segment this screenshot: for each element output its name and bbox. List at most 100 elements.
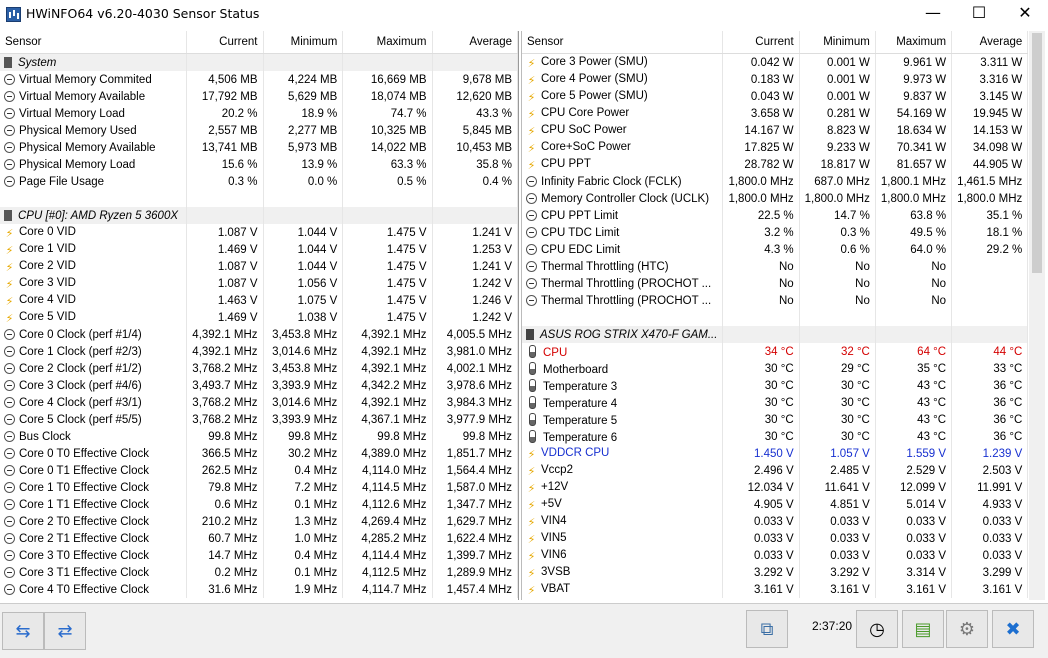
average-value: 29.2 % xyxy=(951,241,1028,258)
sensor-row[interactable]: ⚡ Vccp2 2.496 V 2.485 V 2.529 V 2.503 V xyxy=(522,462,1028,479)
sensor-row[interactable]: ⚡ +12V 12.034 V 11.641 V 12.099 V 11.991 V xyxy=(522,479,1028,496)
collapse-columns-button[interactable]: ⇄ xyxy=(44,612,86,650)
minimum-value: 4.851 V xyxy=(799,496,876,513)
sensor-row[interactable]: Bus Clock 99.8 MHz 99.8 MHz 99.8 MHz 99.8 MH… xyxy=(0,428,518,445)
sensor-row[interactable]: ⚡ Core 4 VID 1.463 V 1.075 V 1.475 V 1.246 V xyxy=(0,292,518,309)
close-button[interactable]: ✕ xyxy=(1002,0,1048,27)
col-maximum[interactable]: Maximum xyxy=(875,31,953,54)
sensor-row[interactable]: Core 2 Clock (perf #1/2) 3,768.2 MHz 3,453… xyxy=(0,360,518,377)
sensor-row[interactable]: Virtual Memory Available 17,792 MB 5,629 M… xyxy=(0,88,518,105)
sensor-row[interactable]: Core 3 T1 Effective Clock 0.2 MHz 0.1 MHz 4… xyxy=(0,564,518,581)
reset-clock-button[interactable]: ◷ xyxy=(856,610,898,648)
sensor-row[interactable]: ⚡ VIN6 0.033 V 0.033 V 0.033 V 0.033 V xyxy=(522,547,1028,564)
maximum-value: 3.314 V xyxy=(875,564,953,581)
sensor-row[interactable]: Core 3 T0 Effective Clock 14.7 MHz 0.4 MHz… xyxy=(0,547,518,564)
sensor-row[interactable]: ⚡ Core 1 VID 1.469 V 1.044 V 1.475 V 1.253 V xyxy=(0,241,518,258)
sensor-name: CPU TDC Limit xyxy=(541,226,620,239)
sensor-row[interactable]: Core 1 T1 Effective Clock 0.6 MHz 0.1 MHz 4… xyxy=(0,496,518,513)
sensor-row[interactable]: Thermal Throttling (HTC) No No No xyxy=(522,258,1028,275)
sensor-row[interactable]: ⚡ CPU SoC Power 14.167 W 8.823 W 18.634 W 14.… xyxy=(522,122,1028,139)
col-minimum[interactable]: Minimum xyxy=(263,31,344,54)
sensor-row[interactable]: ⚡ VDDCR CPU 1.450 V 1.057 V 1.559 V 1.239 V xyxy=(522,445,1028,462)
sensor-row[interactable]: ⚡ Core 5 VID 1.469 V 1.038 V 1.475 V 1.242 V xyxy=(0,309,518,326)
sensor-row[interactable]: ⚡ Core 5 Power (SMU) 0.043 W 0.001 W 9.837 W… xyxy=(522,88,1028,105)
sensor-row[interactable]: CPU PPT Limit 22.5 % 14.7 % 63.8 % 35.1 % xyxy=(522,207,1028,224)
col-current[interactable]: Current xyxy=(722,31,800,54)
sensor-name-cell: CPU TDC Limit xyxy=(522,224,724,241)
sensor-row[interactable]: Core 4 T0 Effective Clock 31.6 MHz 1.9 MHz… xyxy=(0,581,518,598)
sensor-row[interactable]: Core 0 T1 Effective Clock 262.5 MHz 0.4 MH… xyxy=(0,462,518,479)
sensor-row[interactable]: Temperature 4 30 °C 30 °C 43 °C 36 °C xyxy=(522,394,1028,411)
sensor-row[interactable]: ⚡ CPU Core Power 3.658 W 0.281 W 54.169 W 19.… xyxy=(522,105,1028,122)
col-sensor[interactable]: Sensor xyxy=(0,31,188,54)
sensor-row[interactable]: Core 2 T0 Effective Clock 210.2 MHz 1.3 MH… xyxy=(0,513,518,530)
sensor-row[interactable]: Page File Usage 0.3 % 0.0 % 0.5 % 0.4 % xyxy=(0,173,518,190)
sensor-row[interactable]: Virtual Memory Commited 4,506 MB 4,224 MB 1… xyxy=(0,71,518,88)
logging-button[interactable]: ▤ xyxy=(902,610,944,648)
minimum-value: 3,453.8 MHz xyxy=(263,326,344,343)
vertical-scrollbar[interactable] xyxy=(1029,31,1045,600)
maximize-button[interactable]: ☐ xyxy=(956,0,1002,27)
settings-button[interactable]: ⚙ xyxy=(946,610,988,648)
average-value: 1,289.9 MHz xyxy=(432,564,518,581)
sensor-row[interactable]: ⚡ +5V 4.905 V 4.851 V 5.014 V 4.933 V xyxy=(522,496,1028,513)
sensor-row[interactable]: Core 5 Clock (perf #5/5) 3,768.2 MHz 3,393… xyxy=(0,411,518,428)
sensor-row[interactable]: ⚡ Core 0 VID 1.087 V 1.044 V 1.475 V 1.241 V xyxy=(0,224,518,241)
spacer-row xyxy=(0,190,518,207)
sensor-row[interactable]: ⚡ VBAT 3.161 V 3.161 V 3.161 V 3.161 V xyxy=(522,581,1028,598)
sensor-row[interactable]: CPU TDC Limit 3.2 % 0.3 % 49.5 % 18.1 % xyxy=(522,224,1028,241)
sensor-row[interactable]: ⚡ 3VSB 3.292 V 3.292 V 3.314 V 3.299 V xyxy=(522,564,1028,581)
sensor-row[interactable]: Temperature 6 30 °C 30 °C 43 °C 36 °C xyxy=(522,428,1028,445)
sensor-row[interactable]: ⚡ VIN5 0.033 V 0.033 V 0.033 V 0.033 V xyxy=(522,530,1028,547)
sensor-row[interactable]: ⚡ Core 2 VID 1.087 V 1.044 V 1.475 V 1.241 V xyxy=(0,258,518,275)
col-average[interactable]: Average xyxy=(432,31,518,54)
sensor-row[interactable]: Core 0 Clock (perf #1/4) 4,392.1 MHz 3,453… xyxy=(0,326,518,343)
sensor-group-row[interactable]: CPU [#0]: AMD Ryzen 5 3600X xyxy=(0,207,518,224)
sensor-row[interactable]: Motherboard 30 °C 29 °C 35 °C 33 °C xyxy=(522,360,1028,377)
sensor-row[interactable]: ⚡ Core 3 Power (SMU) 0.042 W 0.001 W 9.961 W… xyxy=(522,53,1028,71)
col-current[interactable]: Current xyxy=(186,31,264,54)
sensor-row[interactable]: CPU 34 °C 32 °C 64 °C 44 °C xyxy=(522,343,1028,360)
sensor-row[interactable]: Core 1 Clock (perf #2/3) 4,392.1 MHz 3,014… xyxy=(0,343,518,360)
expand-columns-button[interactable]: ⇆ xyxy=(2,612,44,650)
scrollbar-thumb[interactable] xyxy=(1032,33,1042,273)
sensor-pane-right[interactable]: Sensor Current Minimum Maximum Average ⚡… xyxy=(521,31,1028,600)
sensor-row[interactable]: Thermal Throttling (PROCHOT ... No No No xyxy=(522,292,1028,309)
col-sensor[interactable]: Sensor xyxy=(522,31,724,54)
minimize-button[interactable]: — xyxy=(910,0,956,27)
sensor-group-row[interactable]: ASUS ROG STRIX X470-F GAM... xyxy=(522,326,1028,343)
col-maximum[interactable]: Maximum xyxy=(342,31,433,54)
close-sensors-button[interactable]: ✖ xyxy=(992,610,1034,648)
sensor-name-cell: Page File Usage xyxy=(0,173,188,190)
col-minimum[interactable]: Minimum xyxy=(799,31,876,54)
network-button[interactable]: ⧉ xyxy=(746,610,788,648)
empty-cell xyxy=(342,53,433,71)
sensor-row[interactable]: Core 3 Clock (perf #4/6) 3,493.7 MHz 3,393… xyxy=(0,377,518,394)
sensor-row[interactable]: ⚡ Core+SoC Power 17.825 W 9.233 W 70.341 W 34… xyxy=(522,139,1028,156)
sensor-row[interactable]: Infinity Fabric Clock (FCLK) 1,800.0 MHz 6… xyxy=(522,173,1028,190)
sensor-name-cell: Physical Memory Available xyxy=(0,139,188,156)
sensor-row[interactable]: Physical Memory Available 13,741 MB 5,973 … xyxy=(0,139,518,156)
sensor-row[interactable]: ⚡ Core 4 Power (SMU) 0.183 W 0.001 W 9.973 W… xyxy=(522,71,1028,88)
sensor-row[interactable]: Core 2 T1 Effective Clock 60.7 MHz 1.0 MHz… xyxy=(0,530,518,547)
current-value: 3.658 W xyxy=(722,105,800,122)
sensor-row[interactable]: Thermal Throttling (PROCHOT ... No No No xyxy=(522,275,1028,292)
sensor-row[interactable]: Core 1 T0 Effective Clock 79.8 MHz 7.2 MHz… xyxy=(0,479,518,496)
sensor-row[interactable]: Temperature 5 30 °C 30 °C 43 °C 36 °C xyxy=(522,411,1028,428)
sensor-row[interactable]: Core 0 T0 Effective Clock 366.5 MHz 30.2 M… xyxy=(0,445,518,462)
sensor-row[interactable]: Temperature 3 30 °C 30 °C 43 °C 36 °C xyxy=(522,377,1028,394)
sensor-name: +5V xyxy=(541,497,562,510)
sensor-row[interactable]: Physical Memory Load 15.6 % 13.9 % 63.3 % 35… xyxy=(0,156,518,173)
sensor-row[interactable]: Physical Memory Used 2,557 MB 2,277 MB 10,3… xyxy=(0,122,518,139)
sensor-row[interactable]: ⚡ CPU PPT 28.782 W 18.817 W 81.657 W 44.905 W xyxy=(522,156,1028,173)
sensor-row[interactable]: Virtual Memory Load 20.2 % 18.9 % 74.7 % 43.… xyxy=(0,105,518,122)
col-average[interactable]: Average xyxy=(951,31,1028,54)
sensor-pane-left[interactable]: Sensor Current Minimum Maximum Average S… xyxy=(0,31,519,600)
sensor-group-row[interactable]: System xyxy=(0,53,518,71)
sensor-row[interactable]: CPU EDC Limit 4.3 % 0.6 % 64.0 % 29.2 % xyxy=(522,241,1028,258)
sensor-row[interactable]: Memory Controller Clock (UCLK) 1,800.0 MH… xyxy=(522,190,1028,207)
sensor-row[interactable]: ⚡ Core 3 VID 1.087 V 1.056 V 1.475 V 1.242 V xyxy=(0,275,518,292)
sensor-name-cell: Core 5 Clock (perf #5/5) xyxy=(0,411,188,428)
sensor-row[interactable]: Core 4 Clock (perf #3/1) 3,768.2 MHz 3,014… xyxy=(0,394,518,411)
sensor-row[interactable]: ⚡ VIN4 0.033 V 0.033 V 0.033 V 0.033 V xyxy=(522,513,1028,530)
